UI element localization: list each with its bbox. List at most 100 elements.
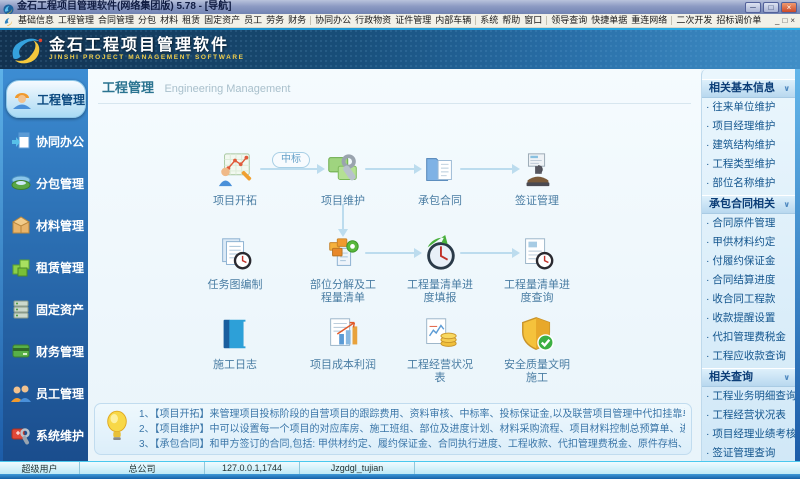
flow-node-label: 项目成本利润 <box>310 359 376 371</box>
flow-node-label: 承包合同 <box>418 195 462 207</box>
document-clock-icon <box>518 235 556 273</box>
right-panel-link[interactable]: 工程类型维护 <box>702 155 795 174</box>
sidebar-item-subcontract-mgmt[interactable]: 分包管理 <box>3 162 88 204</box>
sidebar-item-staff-mgmt[interactable]: 员工管理 <box>3 372 88 414</box>
menu-item-window[interactable]: 窗口 <box>522 14 544 27</box>
sidebar-item-fixed-assets[interactable]: 固定资产 <box>3 288 88 330</box>
sidebar-item-finance-mgmt[interactable]: 财务管理 <box>3 330 88 372</box>
page-subtitle: Engineering Management <box>164 83 291 95</box>
right-panel-link[interactable]: 合同结算进度 <box>702 271 795 290</box>
left-sidebar: 工程管理 协同办公 分包管理 材料管理 租赁管理 固定资产 财务管理 员工管理 … <box>3 69 88 461</box>
menu-item-collaboration[interactable]: 协同办公 <box>313 14 353 27</box>
right-panel-link[interactable]: 代扣管理费税金 <box>702 328 795 347</box>
flow-node-contract[interactable]: 承包合同 <box>395 151 485 208</box>
task-chart-icon <box>216 235 254 273</box>
menu-item-bid-price-adjust[interactable]: 招标调价单 <box>714 14 763 27</box>
right-window-frame <box>795 69 800 461</box>
status-server-address: 127.0.0.1,1744 <box>205 462 300 474</box>
flow-node-label: 工程经营状况表 <box>407 359 473 384</box>
right-panel-link[interactable]: 收款提醒设置 <box>702 309 795 328</box>
menu-item-lease[interactable]: 租赁 <box>180 14 202 27</box>
menu-item-certificates[interactable]: 证件管理 <box>393 14 433 27</box>
rp-section-contract[interactable]: 承包合同相关 ∨ <box>702 195 795 214</box>
mdi-minimize-button[interactable]: _ <box>775 15 779 27</box>
menu-item-subcontract[interactable]: 分包 <box>136 14 158 27</box>
right-panel-link[interactable]: 项目经理维护 <box>702 117 795 136</box>
status-module-code: Jzgdgl_tujian <box>300 462 415 474</box>
flow-node-safety-quality[interactable]: 安全质量文明施工 <box>492 315 582 385</box>
sidebar-item-system-maint[interactable]: 系统维护 <box>3 414 88 456</box>
right-panel-link[interactable]: 往来单位维护 <box>702 98 795 117</box>
flow-node-boq-progress-query[interactable]: 工程量清单进度查询 <box>492 235 582 305</box>
right-panel-link[interactable]: 工程经营状况表 <box>702 406 795 425</box>
sidebar-item-label: 财务管理 <box>36 344 85 359</box>
brand-subtitle: JINSHI PROJECT MANAGEMENT SOFTWARE <box>49 54 245 61</box>
flow-node-boq-breakdown[interactable]: 部位分解及工程量清单 <box>298 235 388 305</box>
sidebar-item-material-mgmt[interactable]: 材料管理 <box>3 204 88 246</box>
shield-check-icon <box>518 315 556 353</box>
tips-text: 1、【项目开拓】来管理项目投标阶段的自营项目的跟踪费用、资料审核、中标率、投标保… <box>139 407 691 452</box>
mdi-close-button[interactable]: × <box>790 15 795 27</box>
project-development-icon <box>216 151 254 189</box>
menu-separator <box>310 16 312 25</box>
right-panel-link[interactable]: 项目经理业绩考核 <box>702 425 796 444</box>
right-panel-link[interactable]: 合同原件管理 <box>702 214 795 233</box>
right-panel-link[interactable]: 甲供材料约定 <box>702 233 795 252</box>
mdi-window-controls: _ □ × <box>775 15 797 27</box>
flow-node-project-maintenance[interactable]: 项目维护 <box>298 151 388 208</box>
menu-separator <box>546 16 548 25</box>
menu-item-labor[interactable]: 劳务 <box>264 14 286 27</box>
menu-item-reconnect-network[interactable]: 重连网络 <box>629 14 669 27</box>
flow-node-label: 施工日志 <box>213 359 257 371</box>
menu-item-internal-vehicles[interactable]: 内部车辆 <box>433 14 473 27</box>
menu-item-admin-supplies[interactable]: 行政物资 <box>353 14 393 27</box>
menu-item-leader-query[interactable]: 领导查询 <box>549 14 589 27</box>
right-panel-link[interactable]: 工程业务明细查询 <box>702 387 796 406</box>
close-button[interactable]: × <box>781 1 797 13</box>
main-body: 工程管理 协同办公 分包管理 材料管理 租赁管理 固定资产 财务管理 员工管理 … <box>0 69 800 461</box>
brand-title: 金石工程项目管理软件 <box>49 37 230 54</box>
right-panel-link[interactable]: 收合同工程款 <box>702 290 795 309</box>
right-panel-link[interactable]: 付履约保证金 <box>702 252 795 271</box>
menu-item-help[interactable]: 帮助 <box>500 14 522 27</box>
minimize-button[interactable]: ─ <box>745 1 761 13</box>
tip-line-1: 1、【项目开拓】来管理项目投标阶段的自营项目的跟踪费用、资料审核、中标率、投标保… <box>139 408 685 420</box>
flow-node-visa-mgmt[interactable]: 签证管理 <box>492 151 582 208</box>
flow-node-construction-log[interactable]: 施工日志 <box>190 315 280 372</box>
flow-node-label: 安全质量文明施工 <box>504 359 570 384</box>
arrow-down-icon <box>338 204 348 237</box>
sidebar-item-project-mgmt[interactable]: 工程管理 <box>6 80 86 118</box>
box-icon <box>10 214 32 236</box>
sidebar-item-collaboration[interactable]: 协同办公 <box>3 120 88 162</box>
flow-node-task-chart[interactable]: 任务图编制 <box>190 235 280 292</box>
rp-section-query[interactable]: 相关查询 ∨ <box>702 368 795 387</box>
mdi-restore-button[interactable]: □ <box>782 15 787 27</box>
right-panel-link[interactable]: 部位名称维护 <box>702 174 795 193</box>
boq-breakdown-icon <box>324 235 362 273</box>
sidebar-item-lease-mgmt[interactable]: 租赁管理 <box>3 246 88 288</box>
menu-item-staff[interactable]: 员工 <box>242 14 264 27</box>
brand-logo-icon <box>8 35 44 65</box>
menu-item-finance[interactable]: 财务 <box>286 14 308 27</box>
flow-node-business-status[interactable]: 工程经营状况表 <box>395 315 485 385</box>
menu-item-basic-info[interactable]: 基础信息 <box>16 14 56 27</box>
menu-item-secondary-dev[interactable]: 二次开发 <box>674 14 714 27</box>
people-icon <box>10 382 32 404</box>
menu-item-fixed-assets[interactable]: 固定资产 <box>202 14 242 27</box>
maximize-button[interactable]: □ <box>763 1 779 13</box>
menu-item-project-mgmt[interactable]: 工程管理 <box>56 14 96 27</box>
wallet-icon <box>10 340 32 362</box>
menu-item-contract-mgmt[interactable]: 合同管理 <box>96 14 136 27</box>
menu-item-system[interactable]: 系统 <box>478 14 500 27</box>
flow-node-cost-profit[interactable]: 项目成本利润 <box>298 315 388 372</box>
cubes-icon <box>10 256 32 278</box>
status-company: 总公司 <box>80 462 205 474</box>
rp-section-basic-info[interactable]: 相关基本信息 ∨ <box>702 79 795 98</box>
menu-item-material[interactable]: 材料 <box>158 14 180 27</box>
menu-item-quick-docs[interactable]: 快捷单据 <box>589 14 629 27</box>
flow-node-project-development[interactable]: 项目开拓 <box>190 151 280 208</box>
right-panel-link[interactable]: 建筑结构维护 <box>702 136 795 155</box>
flow-node-boq-progress-report[interactable]: 工程量清单进度填报 <box>395 235 485 305</box>
flow-node-label: 项目开拓 <box>213 195 257 207</box>
right-panel-link[interactable]: 工程应收款查询 <box>702 347 795 366</box>
